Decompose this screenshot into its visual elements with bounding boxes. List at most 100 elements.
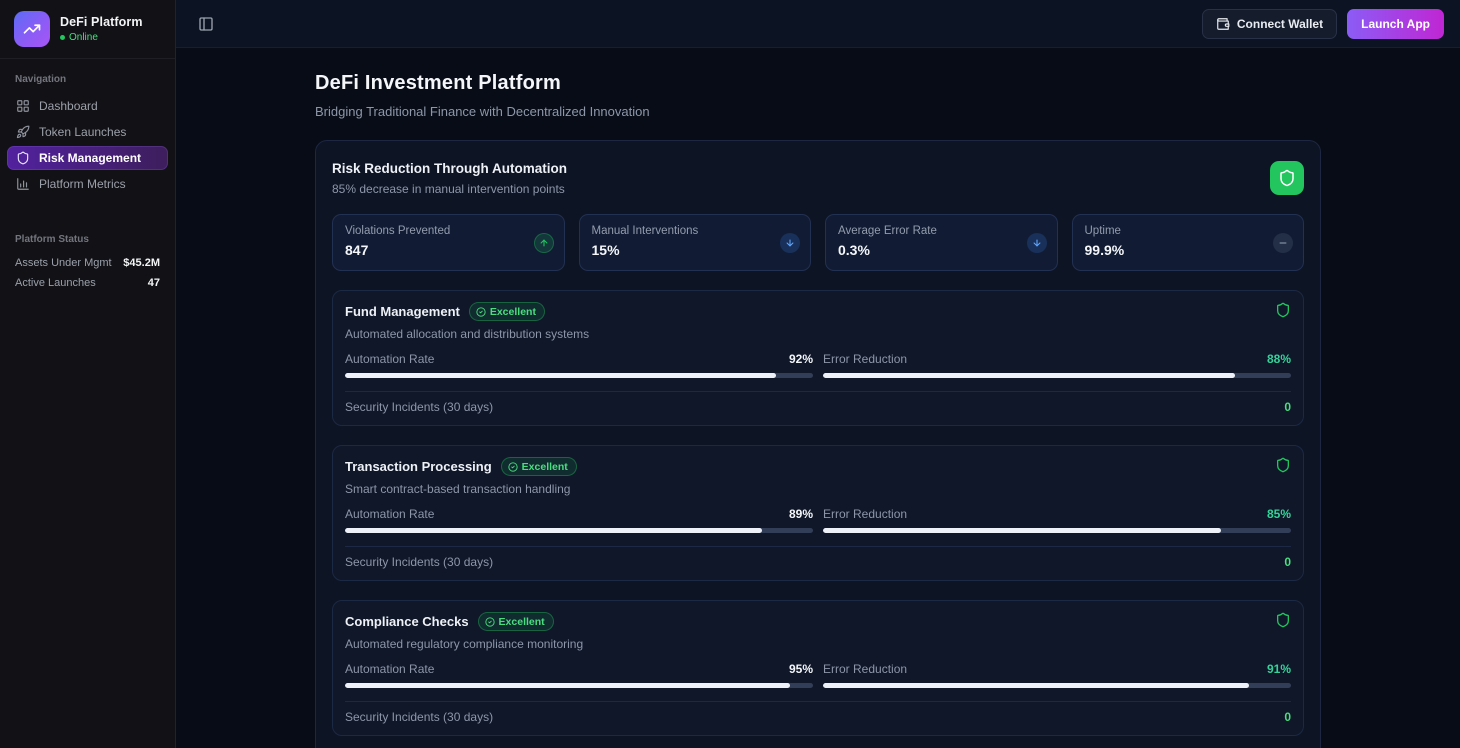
incidents-value: 0 bbox=[1284, 400, 1291, 414]
sidebar-logo-row: DeFi Platform Online bbox=[0, 0, 175, 59]
check-circle-icon bbox=[485, 617, 495, 627]
category-title: Compliance Checks bbox=[345, 614, 469, 629]
sidebar-item-label: Token Launches bbox=[39, 125, 126, 139]
category-metrics: Automation Rate 95% Error Reduction 91% bbox=[345, 662, 1291, 688]
shield-icon bbox=[1275, 457, 1291, 473]
status-row-active-launches: Active Launches 47 bbox=[0, 273, 175, 293]
security-incidents-row: Security Incidents (30 days) 0 bbox=[345, 391, 1291, 416]
launch-app-button[interactable]: Launch App bbox=[1347, 9, 1444, 39]
metric-value: 88% bbox=[1267, 352, 1291, 366]
risk-reduction-card: Risk Reduction Through Automation 85% de… bbox=[315, 140, 1321, 748]
minus-icon bbox=[1273, 233, 1293, 253]
stat-value: 15% bbox=[592, 242, 799, 258]
stat-value: 99.9% bbox=[1085, 242, 1292, 258]
stat-label: Manual Interventions bbox=[592, 225, 799, 237]
stat-violations-prevented: Violations Prevented 847 bbox=[332, 214, 565, 271]
metric-value: 89% bbox=[789, 507, 813, 521]
stat-average-error-rate: Average Error Rate 0.3% bbox=[825, 214, 1058, 271]
topbar: Connect Wallet Launch App bbox=[176, 0, 1460, 48]
sidebar-item-label: Dashboard bbox=[39, 99, 98, 113]
metric-value: 91% bbox=[1267, 662, 1291, 676]
metric-label: Error Reduction bbox=[823, 507, 907, 521]
main-column: Connect Wallet Launch App DeFi Investmen… bbox=[176, 0, 1460, 748]
connect-wallet-label: Connect Wallet bbox=[1237, 17, 1323, 31]
app-title: DeFi Platform bbox=[60, 15, 143, 29]
metric-label: Automation Rate bbox=[345, 662, 434, 676]
metric-label: Automation Rate bbox=[345, 507, 434, 521]
progress-bar bbox=[345, 528, 813, 533]
status-row-aum: Assets Under Mgmt $45.2M bbox=[0, 253, 175, 273]
error-reduction-metric: Error Reduction 91% bbox=[823, 662, 1291, 688]
status-badge: Excellent bbox=[501, 457, 577, 476]
online-label: Online bbox=[69, 32, 98, 43]
error-reduction-metric: Error Reduction 88% bbox=[823, 352, 1291, 378]
progress-bar bbox=[823, 373, 1291, 378]
sidebar-item-token-launches[interactable]: Token Launches bbox=[7, 120, 168, 144]
incidents-label: Security Incidents (30 days) bbox=[345, 710, 493, 724]
risk-card-subtitle: 85% decrease in manual intervention poin… bbox=[332, 182, 567, 196]
category-description: Automated allocation and distribution sy… bbox=[345, 327, 1291, 341]
stat-label: Average Error Rate bbox=[838, 225, 1045, 237]
sidebar-item-platform-metrics[interactable]: Platform Metrics bbox=[7, 172, 168, 196]
automation-rate-metric: Automation Rate 95% bbox=[345, 662, 813, 688]
status-badge-label: Excellent bbox=[522, 461, 568, 473]
progress-bar bbox=[823, 528, 1291, 533]
progress-bar bbox=[345, 373, 813, 378]
progress-bar-fill bbox=[823, 528, 1221, 533]
app-root: DeFi Platform Online Navigation Dashboar… bbox=[0, 0, 1460, 748]
sidebar: DeFi Platform Online Navigation Dashboar… bbox=[0, 0, 176, 748]
metric-value: 95% bbox=[789, 662, 813, 676]
online-status: Online bbox=[60, 32, 143, 43]
category-title: Transaction Processing bbox=[345, 459, 492, 474]
security-incidents-row: Security Incidents (30 days) 0 bbox=[345, 701, 1291, 726]
progress-bar-fill bbox=[345, 528, 762, 533]
progress-bar-fill bbox=[345, 373, 776, 378]
status-value: $45.2M bbox=[123, 257, 160, 269]
stat-uptime: Uptime 99.9% bbox=[1072, 214, 1305, 271]
incidents-label: Security Incidents (30 days) bbox=[345, 555, 493, 569]
status-badge-label: Excellent bbox=[499, 616, 545, 628]
incidents-value: 0 bbox=[1284, 555, 1291, 569]
risk-card-header: Risk Reduction Through Automation 85% de… bbox=[332, 157, 1304, 196]
arrow-up-icon bbox=[534, 233, 554, 253]
status-label: Active Launches bbox=[15, 277, 96, 289]
wallet-icon bbox=[1216, 17, 1230, 31]
metric-label: Error Reduction bbox=[823, 662, 907, 676]
sidebar-toggle-button[interactable] bbox=[192, 10, 220, 38]
category-card-compliance-checks: Compliance Checks Excellent Automated re… bbox=[332, 600, 1304, 736]
category-title-row: Compliance Checks Excellent bbox=[345, 612, 1291, 631]
platform-status-section: Platform Status Assets Under Mgmt $45.2M… bbox=[0, 219, 175, 293]
risk-card-heading-block: Risk Reduction Through Automation 85% de… bbox=[332, 161, 567, 196]
arrow-down-icon bbox=[1027, 233, 1047, 253]
incidents-value: 0 bbox=[1284, 710, 1291, 724]
stat-manual-interventions: Manual Interventions 15% bbox=[579, 214, 812, 271]
metric-value: 85% bbox=[1267, 507, 1291, 521]
metric-value: 92% bbox=[789, 352, 813, 366]
sidebar-item-dashboard[interactable]: Dashboard bbox=[7, 94, 168, 118]
shield-icon bbox=[1275, 612, 1291, 628]
shield-icon bbox=[1278, 169, 1296, 187]
sidebar-item-risk-management[interactable]: Risk Management bbox=[7, 146, 168, 170]
metric-label: Automation Rate bbox=[345, 352, 434, 366]
stat-value: 0.3% bbox=[838, 242, 1045, 258]
category-metrics: Automation Rate 92% Error Reduction 88% bbox=[345, 352, 1291, 378]
error-reduction-metric: Error Reduction 85% bbox=[823, 507, 1291, 533]
category-title-row: Transaction Processing Excellent bbox=[345, 457, 1291, 476]
automation-rate-metric: Automation Rate 89% bbox=[345, 507, 813, 533]
category-description: Smart contract-based transaction handlin… bbox=[345, 482, 1291, 496]
progress-bar-fill bbox=[823, 373, 1235, 378]
bar-chart-icon bbox=[16, 177, 30, 191]
check-circle-icon bbox=[508, 462, 518, 472]
arrow-down-icon bbox=[780, 233, 800, 253]
page-title: DeFi Investment Platform bbox=[315, 72, 1321, 95]
security-incidents-row: Security Incidents (30 days) 0 bbox=[345, 546, 1291, 571]
main-scroll-area[interactable]: DeFi Investment Platform Bridging Tradit… bbox=[176, 48, 1460, 748]
logo-text-block: DeFi Platform Online bbox=[60, 15, 143, 43]
metric-label: Error Reduction bbox=[823, 352, 907, 366]
connect-wallet-button[interactable]: Connect Wallet bbox=[1202, 9, 1337, 39]
category-title-row: Fund Management Excellent bbox=[345, 302, 1291, 321]
sidebar-item-label: Platform Metrics bbox=[39, 177, 126, 191]
progress-bar bbox=[345, 683, 813, 688]
shield-icon bbox=[1275, 302, 1291, 318]
stat-value: 847 bbox=[345, 242, 552, 258]
